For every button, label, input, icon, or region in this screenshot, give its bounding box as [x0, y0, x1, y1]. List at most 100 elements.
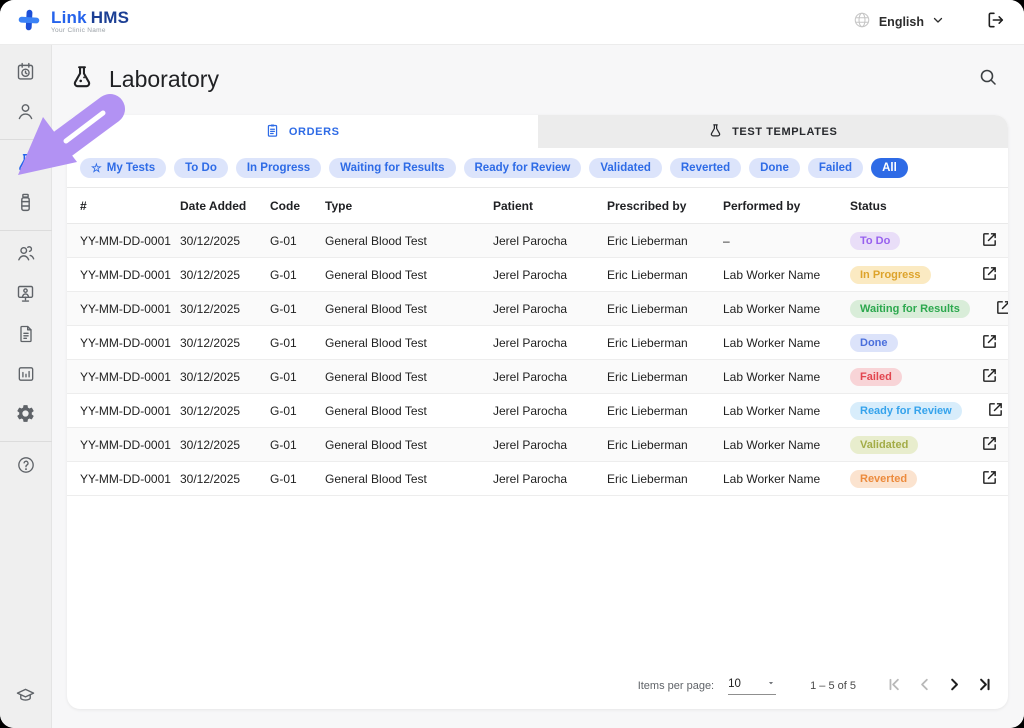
open-order-button[interactable]: [979, 229, 1000, 253]
filter-chip-all[interactable]: All: [871, 158, 908, 178]
table-body: YY-MM-DD-000130/12/2025G-01General Blood…: [67, 224, 1008, 496]
filter-chip-my-tests[interactable]: ☆My Tests: [80, 158, 166, 178]
column-header: Status: [850, 199, 956, 213]
items-per-page-label: Items per page:: [638, 680, 714, 692]
pager: [882, 674, 996, 698]
main-content: Laboratory ORDERS: [52, 45, 1024, 728]
search-button[interactable]: [978, 67, 998, 92]
sidebar-item-appointments[interactable]: [6, 54, 46, 94]
cell-patient: Jerel Parocha: [493, 370, 607, 384]
table-row[interactable]: YY-MM-DD-000130/12/2025G-01General Blood…: [67, 258, 1008, 292]
cell-patient: Jerel Parocha: [493, 472, 607, 486]
first-page-button[interactable]: [882, 674, 906, 698]
sidebar-item-reports[interactable]: [6, 356, 46, 396]
cell-id: YY-MM-DD-0001: [80, 336, 180, 350]
lab-flask-icon: [708, 123, 723, 141]
items-per-page-select[interactable]: 10: [728, 678, 776, 695]
last-page-button[interactable]: [972, 674, 996, 698]
cell-type: General Blood Test: [325, 336, 493, 350]
open-order-button[interactable]: [985, 399, 1006, 423]
filter-chip-ready-for-review[interactable]: Ready for Review: [464, 158, 582, 178]
filter-chips: ☆My Tests To Do In Progress Waiting for Res…: [67, 148, 1008, 187]
cell-performed_by: –: [723, 234, 850, 248]
table-row[interactable]: YY-MM-DD-000130/12/2025G-01General Blood…: [67, 360, 1008, 394]
cell-date: 30/12/2025: [180, 404, 270, 418]
cell-performed_by: Lab Worker Name: [723, 302, 850, 316]
status-badge: Waiting for Results: [850, 300, 970, 318]
logo: Link HMS Your Clinic Name: [16, 7, 129, 38]
open-order-button[interactable]: [993, 297, 1008, 321]
sidebar-item-telehealth[interactable]: [6, 276, 46, 316]
table-row[interactable]: YY-MM-DD-000130/12/2025G-01General Blood…: [67, 462, 1008, 496]
open-order-button[interactable]: [979, 467, 1000, 491]
filter-chip-label: To Do: [185, 162, 217, 174]
clinic-name-subtitle: Your Clinic Name: [51, 28, 129, 35]
open-in-new-icon: [981, 333, 998, 353]
chart-box-icon: [16, 364, 36, 389]
cell-patient: Jerel Parocha: [493, 302, 607, 316]
open-order-button[interactable]: [979, 365, 1000, 389]
filter-chip-validated[interactable]: Validated: [589, 158, 662, 178]
status-badge: Done: [850, 334, 898, 352]
graduation-cap-icon: [15, 685, 36, 711]
open-in-new-icon: [981, 265, 998, 285]
cell-date: 30/12/2025: [180, 472, 270, 486]
filter-chip-failed[interactable]: Failed: [808, 158, 863, 178]
sidebar-divider: [0, 139, 52, 140]
cell-prescribed_by: Eric Lieberman: [607, 234, 723, 248]
globe-icon: [853, 11, 871, 34]
next-page-button[interactable]: [942, 674, 966, 698]
lab-flask-icon: [69, 64, 95, 95]
cell-patient: Jerel Parocha: [493, 268, 607, 282]
table-row[interactable]: YY-MM-DD-000130/12/2025G-01General Blood…: [67, 326, 1008, 360]
page-header: Laboratory: [52, 45, 1024, 113]
open-in-new-icon: [995, 299, 1008, 319]
status-badge: In Progress: [850, 266, 931, 284]
sidebar: [0, 45, 52, 728]
gear-icon: [15, 403, 36, 429]
filter-chip-done[interactable]: Done: [749, 158, 800, 178]
tab-test-templates[interactable]: TEST TEMPLATES: [538, 115, 1009, 148]
sidebar-item-patients[interactable]: [6, 94, 46, 134]
open-order-button[interactable]: [979, 331, 1000, 355]
tab-orders[interactable]: ORDERS: [67, 115, 538, 148]
sidebar-item-laboratory[interactable]: [6, 145, 46, 185]
sidebar-item-staff[interactable]: [6, 236, 46, 276]
open-order-button[interactable]: [979, 433, 1000, 457]
filter-chip-reverted[interactable]: Reverted: [670, 158, 741, 178]
open-in-new-icon: [981, 367, 998, 387]
filter-chip-waiting-for-results[interactable]: Waiting for Results: [329, 158, 455, 178]
sidebar-item-pharmacy[interactable]: [6, 185, 46, 225]
filter-chip-label: Validated: [600, 162, 651, 174]
cell-code: G-01: [270, 234, 325, 248]
table-row[interactable]: YY-MM-DD-000130/12/2025G-01General Blood…: [67, 428, 1008, 462]
app-window: Link HMS Your Clinic Name English: [0, 0, 1024, 728]
sidebar-item-education[interactable]: [6, 678, 46, 718]
person-icon: [15, 101, 36, 127]
filter-chip-in-progress[interactable]: In Progress: [236, 158, 321, 178]
filter-chip-label: My Tests: [107, 162, 155, 174]
caret-down-icon: [766, 678, 776, 691]
cell-performed_by: Lab Worker Name: [723, 268, 850, 282]
filter-chip-label: Waiting for Results: [340, 162, 444, 174]
previous-page-button[interactable]: [912, 674, 936, 698]
cell-date: 30/12/2025: [180, 268, 270, 282]
chevron-right-icon: [946, 676, 963, 696]
language-selector[interactable]: English: [853, 11, 944, 34]
cell-code: G-01: [270, 268, 325, 282]
table-row[interactable]: YY-MM-DD-000130/12/2025G-01General Blood…: [67, 292, 1008, 326]
table-row[interactable]: YY-MM-DD-000130/12/2025G-01General Blood…: [67, 224, 1008, 258]
help-circle-icon: [16, 455, 36, 480]
medicine-bottle-icon: [15, 192, 36, 218]
sidebar-item-billing[interactable]: [6, 316, 46, 356]
cell-performed_by: Lab Worker Name: [723, 472, 850, 486]
cell-patient: Jerel Parocha: [493, 336, 607, 350]
open-order-button[interactable]: [979, 263, 1000, 287]
cell-date: 30/12/2025: [180, 302, 270, 316]
logout-button[interactable]: [986, 10, 1006, 35]
filter-chip-to-do[interactable]: To Do: [174, 158, 228, 178]
sidebar-item-settings[interactable]: [6, 396, 46, 436]
table-row[interactable]: YY-MM-DD-000130/12/2025G-01General Blood…: [67, 394, 1008, 428]
lab-flask-icon: [15, 152, 37, 179]
sidebar-item-help[interactable]: [6, 447, 46, 487]
